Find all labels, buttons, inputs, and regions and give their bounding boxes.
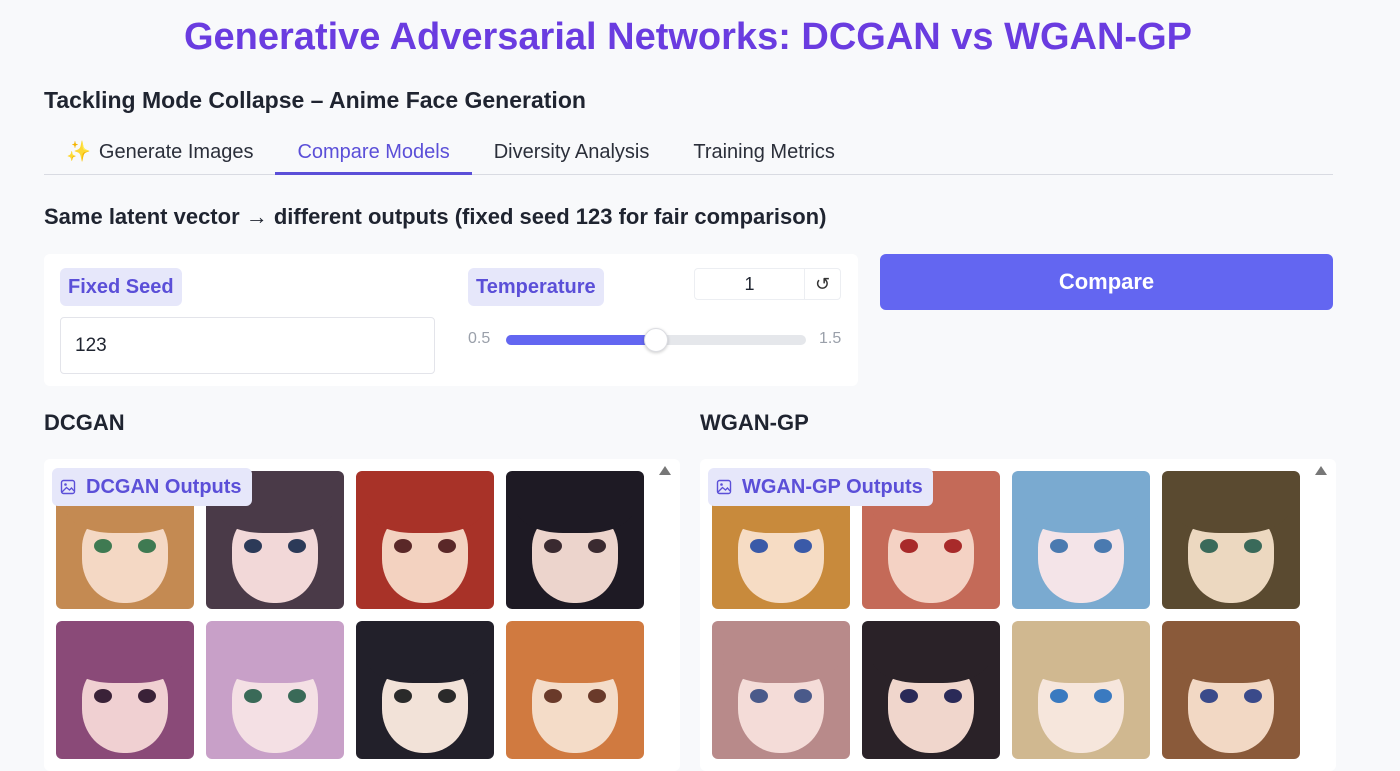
tab-label: Generate Images bbox=[98, 141, 254, 163]
generated-image[interactable] bbox=[506, 471, 644, 609]
hair-bangs bbox=[872, 621, 990, 683]
generated-image[interactable] bbox=[206, 621, 344, 759]
wgan-gallery-label: WGAN-GP Outputs bbox=[708, 468, 933, 506]
scroll-up-icon[interactable] bbox=[658, 463, 672, 477]
generated-image[interactable] bbox=[356, 621, 494, 759]
generated-image[interactable] bbox=[56, 621, 194, 759]
eye bbox=[1094, 539, 1112, 553]
generated-image[interactable] bbox=[712, 621, 850, 759]
eye bbox=[750, 539, 768, 553]
eye bbox=[438, 689, 456, 703]
eye bbox=[1200, 539, 1218, 553]
tab-generate-images[interactable]: ✨ Generate Images bbox=[44, 130, 275, 175]
compare-button[interactable]: Compare bbox=[880, 254, 1333, 310]
hair-bangs bbox=[1172, 621, 1290, 683]
eye bbox=[900, 689, 918, 703]
wgan-heading: WGAN-GP bbox=[700, 410, 809, 435]
eye bbox=[1244, 689, 1262, 703]
controls-panel: Fixed Seed 123 Temperature 1 ↺ 0.5 1.5 bbox=[44, 254, 858, 386]
slider-max-label: 1.5 bbox=[819, 330, 842, 347]
compare-heading: Same latent vector → different outputs (… bbox=[44, 204, 827, 229]
hair-bangs bbox=[366, 471, 484, 533]
tab-training-metrics[interactable]: Training Metrics bbox=[671, 130, 857, 175]
sparkles-icon: ✨ bbox=[66, 141, 91, 163]
eye bbox=[394, 689, 412, 703]
eye bbox=[138, 689, 156, 703]
image-icon bbox=[716, 479, 732, 495]
generated-image[interactable] bbox=[506, 621, 644, 759]
generated-image[interactable] bbox=[356, 471, 494, 609]
eye bbox=[900, 539, 918, 553]
eye bbox=[394, 539, 412, 553]
eye bbox=[138, 539, 156, 553]
gallery-label-text: WGAN-GP Outputs bbox=[742, 476, 923, 498]
app-title: Generative Adversarial Networks: DCGAN v… bbox=[183, 16, 1192, 58]
eye bbox=[1200, 689, 1218, 703]
hair-bangs bbox=[66, 621, 184, 683]
scroll-up-icon[interactable] bbox=[1314, 463, 1328, 477]
eye bbox=[944, 539, 962, 553]
generated-image[interactable] bbox=[1012, 621, 1150, 759]
generated-image[interactable] bbox=[1162, 621, 1300, 759]
eye bbox=[588, 689, 606, 703]
temperature-value[interactable]: 1 bbox=[695, 269, 804, 299]
dcgan-gallery: DCGAN Outputs bbox=[44, 459, 680, 771]
image-icon bbox=[60, 479, 76, 495]
dcgan-gallery-label: DCGAN Outputs bbox=[52, 468, 252, 506]
tab-diversity-analysis[interactable]: Diversity Analysis bbox=[472, 130, 672, 175]
seed-input[interactable]: 123 bbox=[60, 317, 435, 374]
eye bbox=[94, 689, 112, 703]
hair-bangs bbox=[1172, 471, 1290, 533]
generated-image[interactable] bbox=[1012, 471, 1150, 609]
hair-bangs bbox=[366, 621, 484, 683]
hair-bangs bbox=[722, 621, 840, 683]
gallery-label-text: DCGAN Outputs bbox=[86, 476, 242, 498]
wgan-gallery: WGAN-GP Outputs bbox=[700, 459, 1336, 771]
eye bbox=[94, 539, 112, 553]
eye bbox=[438, 539, 456, 553]
eye bbox=[1094, 689, 1112, 703]
eye bbox=[944, 689, 962, 703]
eye bbox=[750, 689, 768, 703]
eye bbox=[1050, 539, 1068, 553]
eye bbox=[1050, 689, 1068, 703]
eye bbox=[288, 539, 306, 553]
generated-image[interactable] bbox=[862, 621, 1000, 759]
tab-bar: ✨ Generate Images Compare Models Diversit… bbox=[44, 130, 1333, 175]
slider-fill bbox=[506, 335, 656, 345]
temperature-slider[interactable] bbox=[506, 328, 806, 352]
eye bbox=[244, 689, 262, 703]
seed-label: Fixed Seed bbox=[60, 268, 182, 306]
eye bbox=[288, 689, 306, 703]
eye bbox=[244, 539, 262, 553]
eye bbox=[588, 539, 606, 553]
temperature-label: Temperature bbox=[468, 268, 604, 306]
hair-bangs bbox=[1022, 471, 1140, 533]
eye bbox=[544, 689, 562, 703]
slider-thumb[interactable] bbox=[644, 328, 668, 352]
tab-compare-models[interactable]: Compare Models bbox=[275, 130, 472, 175]
eye bbox=[794, 539, 812, 553]
temperature-number-field: 1 ↺ bbox=[694, 268, 841, 300]
tab-label: Compare Models bbox=[297, 141, 450, 163]
slider-min-label: 0.5 bbox=[468, 330, 491, 347]
generated-image[interactable] bbox=[1162, 471, 1300, 609]
app-subtitle: Tackling Mode Collapse – Anime Face Gene… bbox=[44, 87, 586, 113]
hair-bangs bbox=[1022, 621, 1140, 683]
reset-icon[interactable]: ↺ bbox=[804, 269, 840, 299]
eye bbox=[1244, 539, 1262, 553]
tab-label: Training Metrics bbox=[693, 141, 835, 163]
tab-label: Diversity Analysis bbox=[493, 141, 650, 163]
hair-bangs bbox=[216, 621, 334, 683]
eye bbox=[794, 689, 812, 703]
hair-bangs bbox=[516, 471, 634, 533]
dcgan-heading: DCGAN bbox=[44, 410, 125, 435]
eye bbox=[544, 539, 562, 553]
hair-bangs bbox=[516, 621, 634, 683]
